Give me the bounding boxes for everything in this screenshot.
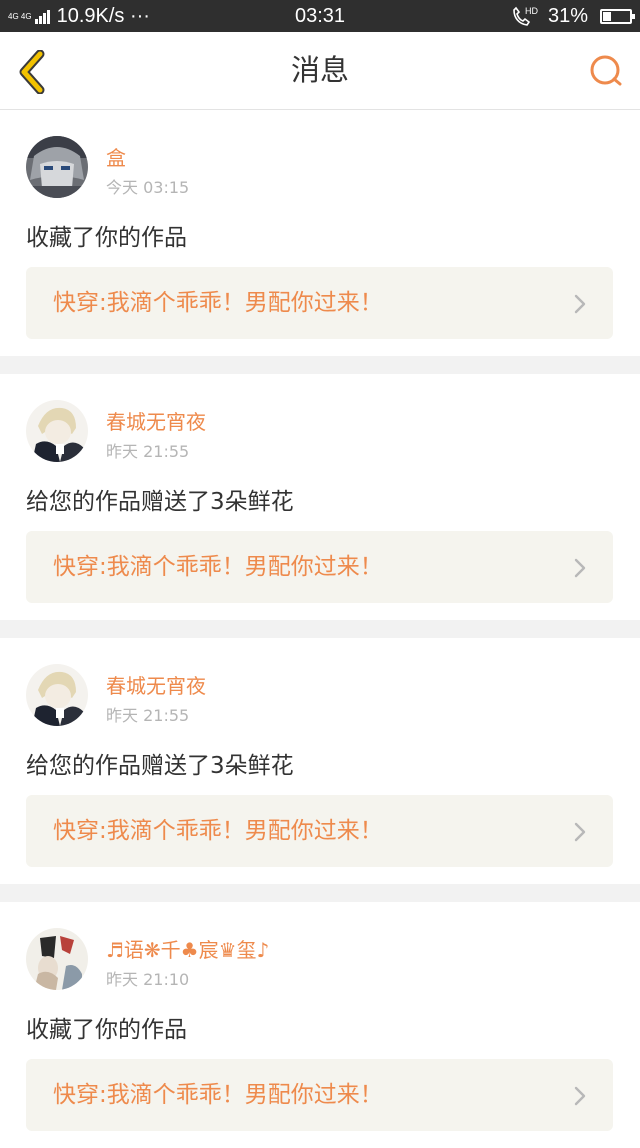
work-title: 快穿:我滴个乖乖！男配你过来！	[53, 818, 383, 844]
message-card: 春城无宵夜 昨天 21:55 给您的作品赠送了3朵鲜花 快穿:我滴个乖乖！男配你…	[0, 638, 640, 884]
avatar-image	[26, 928, 88, 990]
avatar[interactable]	[26, 400, 88, 462]
work-link[interactable]: 快穿:我滴个乖乖！男配你过来！	[26, 267, 613, 339]
search-button[interactable]	[586, 52, 626, 92]
message-text: 收藏了你的作品	[26, 225, 187, 251]
chevron-right-icon	[574, 294, 586, 314]
username[interactable]: 春城无宵夜	[106, 670, 206, 699]
avatar-image	[26, 136, 88, 198]
chevron-right-icon	[574, 822, 586, 842]
hd-call-icon: HD	[513, 6, 538, 26]
work-link[interactable]: 快穿:我滴个乖乖！男配你过来！	[26, 531, 613, 603]
message-card: 盒 今天 03:15 收藏了你的作品 快穿:我滴个乖乖！男配你过来！	[0, 110, 640, 356]
status-bar: 4G 4G 10.9K/s ··· 03:31 HD 31%	[0, 0, 640, 32]
timestamp: 昨天 21:55	[106, 442, 190, 461]
battery-icon	[600, 8, 635, 24]
page-title: 消息	[290, 53, 349, 87]
battery-text: 31%	[547, 4, 588, 27]
nav-bar: 消息	[0, 32, 640, 110]
work-link[interactable]: 快穿:我滴个乖乖！男配你过来！	[26, 1059, 613, 1131]
message-text: 给您的作品赠送了3朵鲜花	[26, 489, 294, 515]
username[interactable]: ♬语❋千♣宸♛玺♪	[106, 934, 269, 963]
divider	[0, 620, 640, 638]
message-text: 收藏了你的作品	[26, 1017, 187, 1043]
timestamp: 昨天 21:55	[106, 706, 190, 725]
work-link[interactable]: 快穿:我滴个乖乖！男配你过来！	[26, 795, 613, 867]
avatar[interactable]	[26, 928, 88, 990]
avatar-image	[26, 400, 88, 462]
work-title: 快穿:我滴个乖乖！男配你过来！	[53, 1082, 383, 1108]
avatar-image	[26, 664, 88, 726]
divider	[0, 356, 640, 374]
avatar[interactable]	[26, 136, 88, 198]
work-title: 快穿:我滴个乖乖！男配你过来！	[53, 290, 383, 316]
username[interactable]: 盒	[106, 142, 126, 171]
message-list: 盒 今天 03:15 收藏了你的作品 快穿:我滴个乖乖！男配你过来！ 春城无宵夜…	[0, 110, 640, 1148]
hd-label: HD	[525, 6, 538, 16]
timestamp: 今天 03:15	[106, 178, 190, 197]
work-title: 快穿:我滴个乖乖！男配你过来！	[53, 554, 383, 580]
chevron-left-icon	[19, 49, 45, 95]
divider	[0, 884, 640, 902]
message-card: ♬语❋千♣宸♛玺♪ 昨天 21:10 收藏了你的作品 快穿:我滴个乖乖！男配你过…	[0, 902, 640, 1148]
search-icon	[590, 55, 622, 86]
avatar[interactable]	[26, 664, 88, 726]
message-card: 春城无宵夜 昨天 21:55 给您的作品赠送了3朵鲜花 快穿:我滴个乖乖！男配你…	[0, 374, 640, 620]
chevron-right-icon	[574, 1086, 586, 1106]
status-right: HD 31%	[510, 0, 635, 32]
chevron-right-icon	[574, 558, 586, 578]
message-text: 给您的作品赠送了3朵鲜花	[26, 753, 294, 779]
username[interactable]: 春城无宵夜	[106, 406, 206, 435]
back-button[interactable]	[14, 49, 54, 95]
timestamp: 昨天 21:10	[106, 970, 190, 989]
battery-fill	[603, 11, 611, 21]
